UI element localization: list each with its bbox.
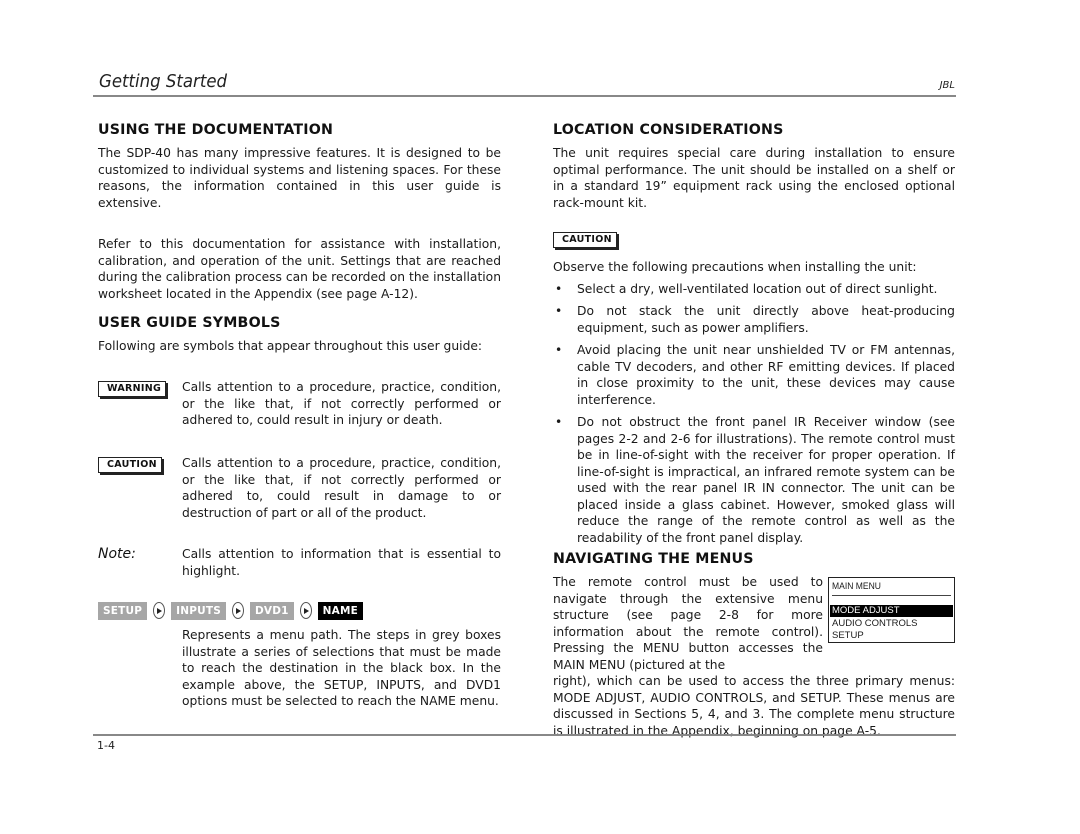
arrow-right-icon [299,602,312,619]
menu-path-step: SETUP [98,601,148,620]
bullet-icon: • [555,343,563,357]
footer-divider [93,734,956,736]
arrow-right-icon [153,602,166,619]
navigating-menus-section: NAVIGATING THE MENUS [553,550,955,568]
precautions-list-section: Observe the following precautions when i… [553,259,955,552]
using-documentation-para-2: Refer to this documentation for assistan… [98,237,501,301]
note-description: Calls attention to information that is e… [182,547,501,578]
page-section-title: Getting Started [99,71,228,92]
location-considerations-section: LOCATION CONSIDERATIONS The unit require… [553,121,955,211]
precautions-intro: Observe the following precautions when i… [553,260,917,274]
warning-badge: WARNING [98,381,167,397]
location-considerations-heading: LOCATION CONSIDERATIONS [553,122,784,138]
menu-path-step: DVD1 [249,601,294,620]
note-label: Note: [98,546,136,562]
navigating-menus-heading: NAVIGATING THE MENUS [553,551,754,567]
main-menu-divider [832,595,951,596]
list-item: • Select a dry, well-ventilated location … [555,281,938,296]
main-menu-item-audio-controls: AUDIO CONTROLS [832,618,918,629]
navigating-menus-para-wrap: The remote control must be used to navig… [553,575,823,672]
warning-symbol-row: WARNING Calls attention to a procedure, … [98,379,501,431]
caution-badge: CAUTION [553,232,617,248]
bullet-icon: • [555,281,563,296]
precautions-list: • Select a dry, well-ventilated location … [553,281,955,547]
bullet-icon: • [555,304,563,318]
user-guide-symbols-intro: Following are symbols that appear throug… [98,339,483,353]
caution-badge: CAUTION [98,457,162,473]
note-symbol-row: Note: Calls attention to information tha… [98,546,501,580]
using-documentation-heading: USING THE DOCUMENTATION [98,122,334,138]
caution-symbol-row: CAUTION Calls attention to a procedure, … [98,455,501,523]
user-guide-symbols-section: USER GUIDE SYMBOLS Following are symbols… [98,314,501,355]
list-item: • Do not stack the unit directly above he… [555,304,955,335]
using-documentation-section: USING THE DOCUMENTATION The SDP-40 has m… [98,121,501,302]
main-menu-display: MAIN MENU MODE ADJUST AUDIO CONTROLS SET… [828,577,955,643]
bullet-icon: • [555,415,563,429]
main-menu-item-mode-adjust: MODE ADJUST [830,605,953,617]
warning-description: Calls attention to a procedure, practice… [182,380,501,427]
user-guide-symbols-heading: USER GUIDE SYMBOLS [98,315,281,331]
caution-description: Calls attention to a procedure, practice… [182,456,501,520]
list-item: • Do not obstruct the front panel IR Rece… [555,415,955,545]
brand-logo-text: JBL [939,80,955,91]
main-menu-title: MAIN MENU [832,581,881,592]
list-item: • Avoid placing the unit near unshielded … [555,343,955,407]
menu-path-example: SETUP INPUTS DVD1 NAME [98,601,363,620]
header-divider [93,95,956,97]
menu-path-row: Represents a menu path. The steps in gre… [98,627,501,711]
caution-notice: CAUTION [553,232,633,252]
main-menu-item-setup: SETUP [832,630,864,641]
menu-path-description: Represents a menu path. The steps in gre… [182,628,501,708]
menu-path-destination: NAME [317,601,363,620]
navigating-menus-para-full: right), which can be used to access the … [553,674,955,738]
arrow-right-icon [231,602,244,619]
using-documentation-para-1: The SDP-40 has many impressive features.… [98,146,501,210]
location-considerations-para: The unit requires special care during in… [553,146,955,210]
page-number: 1-4 [97,739,115,752]
menu-path-step: INPUTS [171,601,226,620]
